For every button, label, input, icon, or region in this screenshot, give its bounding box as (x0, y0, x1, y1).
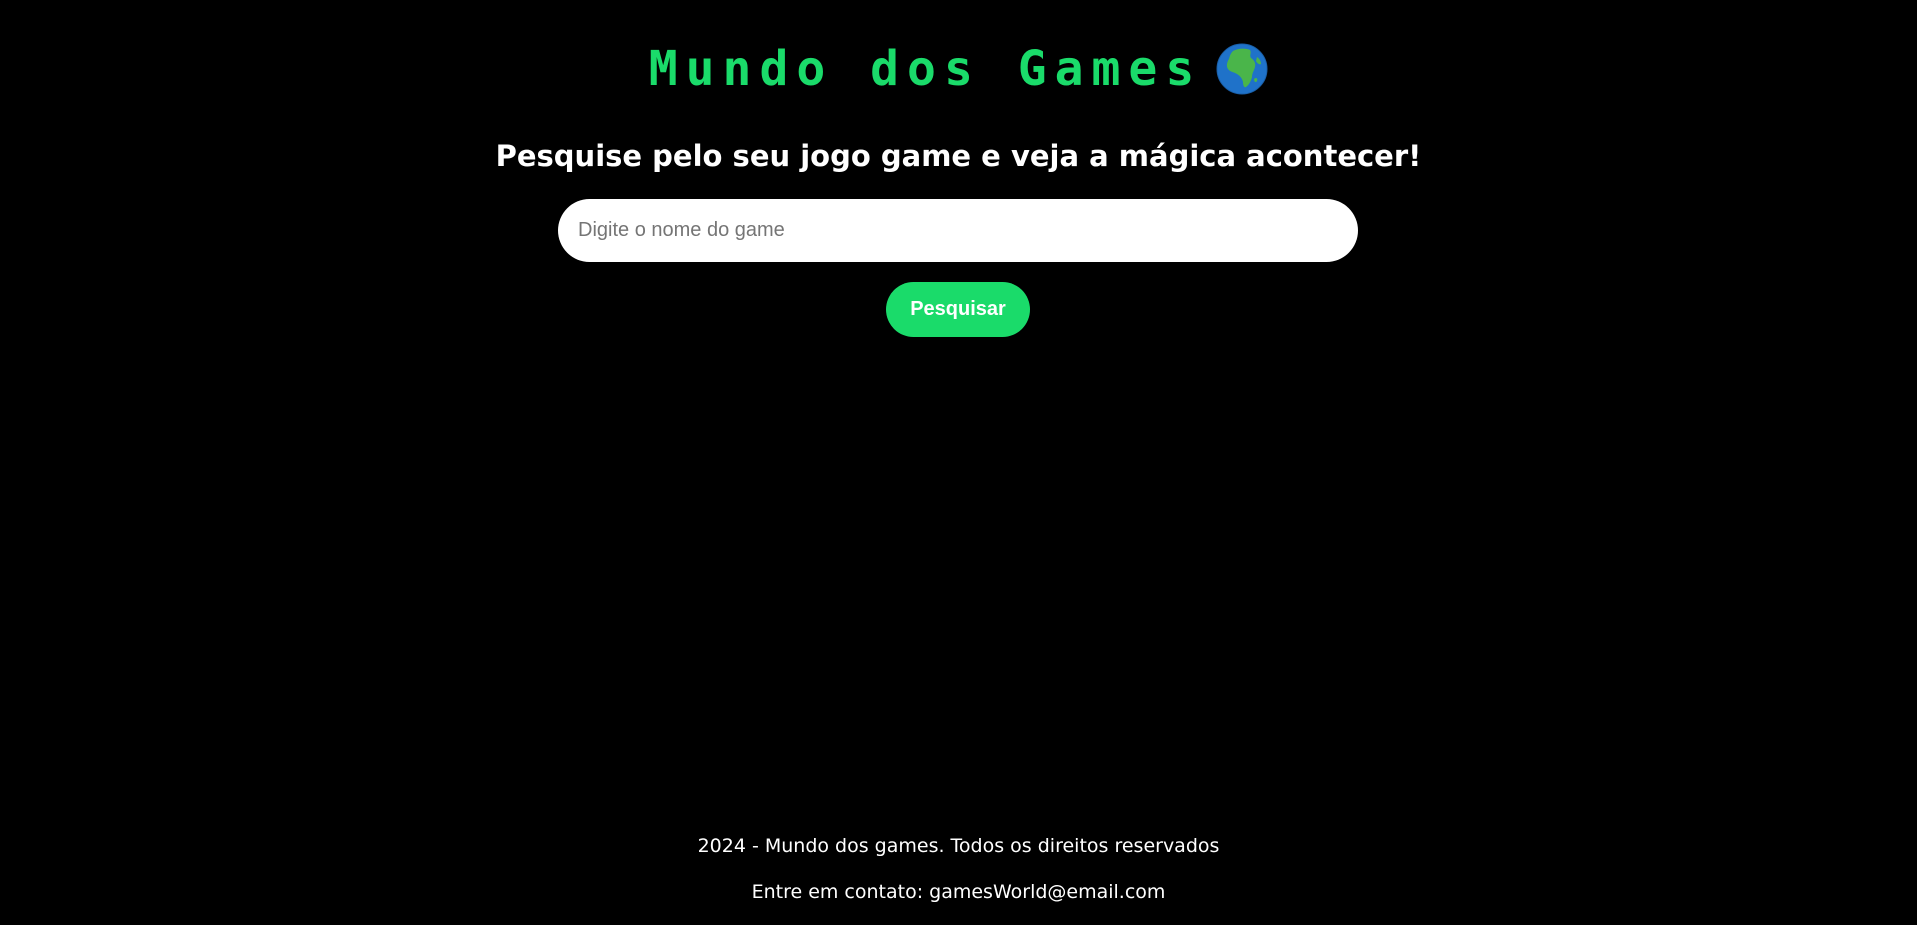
page-title: Mundo dos Games (648, 41, 1203, 97)
copyright-text: 2024 - Mundo dos games. Todos os direito… (697, 835, 1220, 857)
page-footer: 2024 - Mundo dos games. Todos os direito… (0, 830, 1917, 908)
game-search-input[interactable] (558, 199, 1358, 262)
search-prompt-heading: Pesquise pelo seu jogo game e veja a mág… (495, 139, 1422, 173)
contact-text: Entre em contato: gamesWorld@email.com (751, 881, 1166, 903)
globe-africa-icon (1216, 43, 1268, 95)
page-header: Mundo dos Games (0, 36, 1917, 102)
search-button[interactable]: Pesquisar (886, 282, 1030, 337)
page-title-container: Mundo dos Games (649, 36, 1268, 102)
